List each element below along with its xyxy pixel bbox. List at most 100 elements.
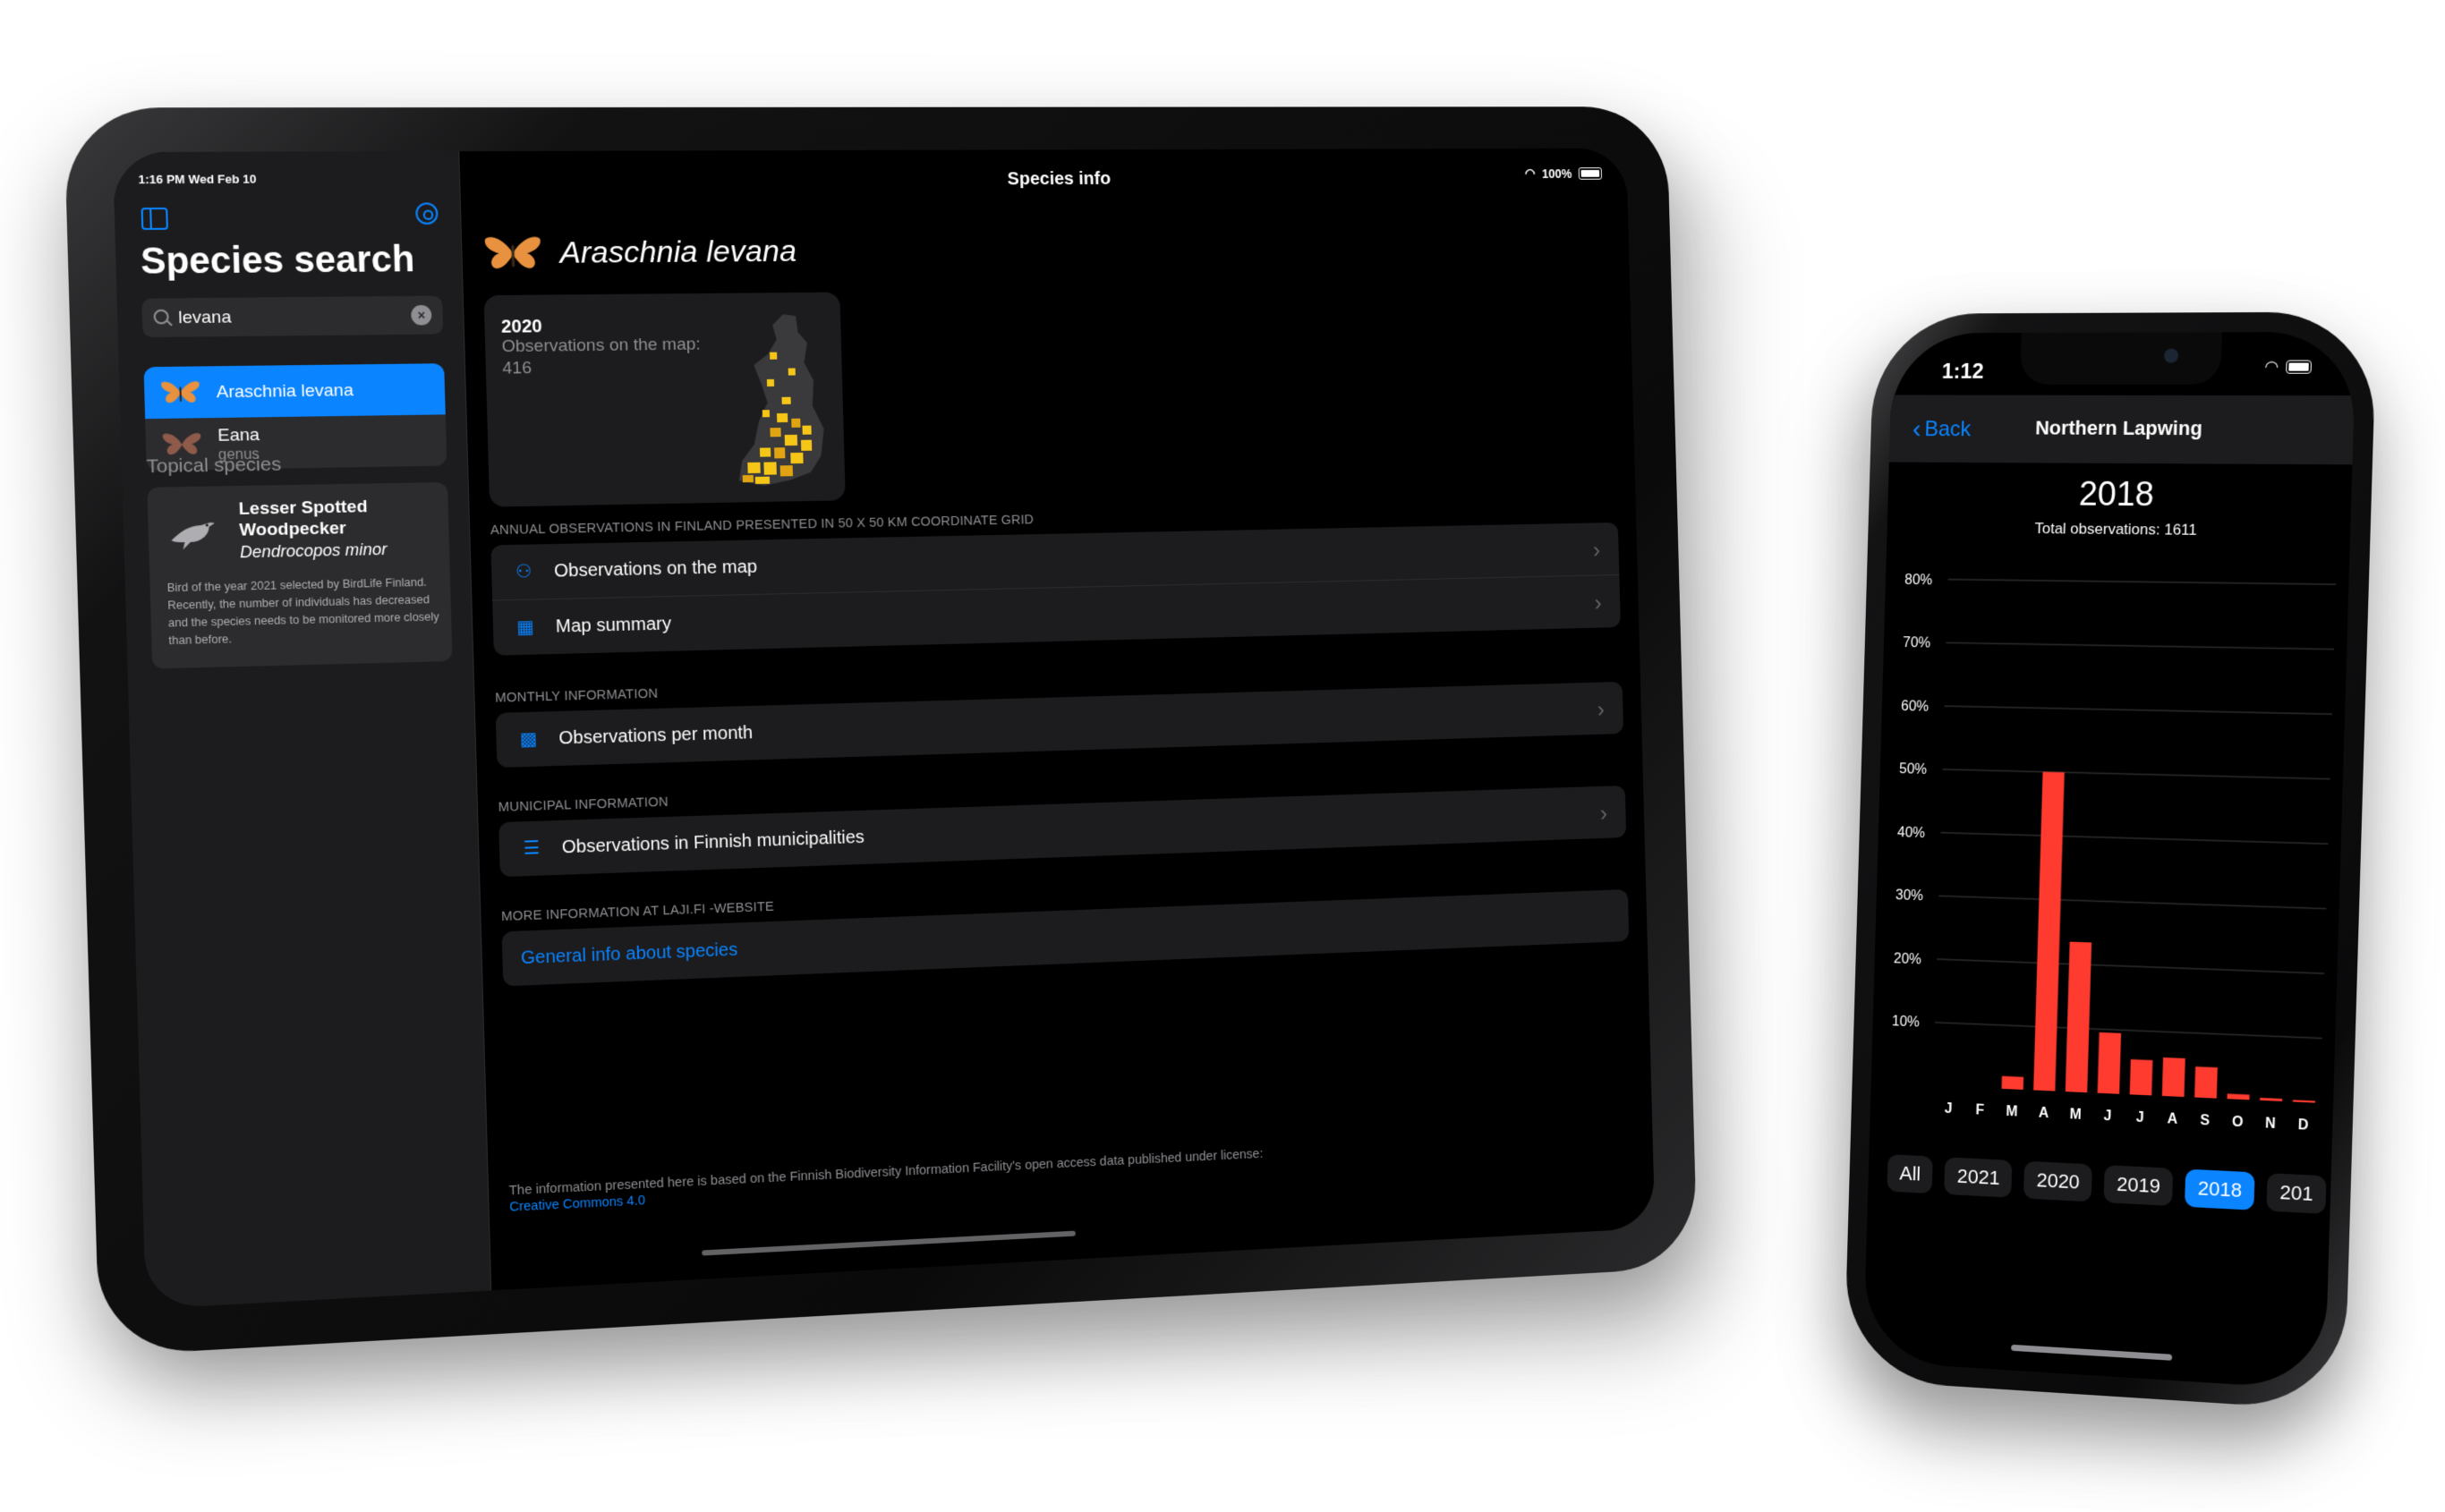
segment-2021[interactable]: 2021: [1944, 1157, 2013, 1198]
y-tick-label: 30%: [1896, 888, 1923, 905]
bird-common-name: Lesser Spotted Woodpecker: [238, 497, 368, 540]
x-tick-label: D: [2297, 1117, 2308, 1134]
clear-icon[interactable]: ×: [411, 304, 432, 326]
segment-201[interactable]: 201: [2266, 1173, 2327, 1214]
topical-species-header: Topical species: [146, 454, 282, 478]
list-icon: ☰: [523, 837, 541, 859]
butterfly-icon: [160, 381, 200, 403]
row-label: Observations in Finnish municipalities: [561, 827, 865, 858]
iphone-device: 1:12 ◠ ‹ Back Northern Lapwing 2018 Total…: [1844, 311, 2377, 1412]
x-tick-label: N: [2265, 1116, 2276, 1132]
segment-2019[interactable]: 2019: [2103, 1165, 2174, 1207]
bar-8: [2194, 1066, 2218, 1099]
status-right: ◠: [2264, 357, 2312, 376]
x-tick-label: A: [2039, 1106, 2049, 1122]
bar-2: [2001, 1075, 2024, 1090]
x-tick-label: J: [2103, 1109, 2111, 1125]
chevron-right-icon: ›: [1597, 695, 1606, 723]
row-label: Map summary: [555, 614, 672, 637]
search-icon: [153, 309, 169, 325]
nav-bar: ‹ Back Northern Lapwing: [1888, 395, 2355, 465]
map-card[interactable]: 2020 Observations on the map: 416: [483, 292, 846, 507]
bird-latin-name: Dendrocopos minor: [239, 539, 388, 562]
x-tick-label: M: [2069, 1107, 2082, 1123]
segment-2020[interactable]: 2020: [2023, 1160, 2093, 1202]
row-observations-per-month[interactable]: ▩ Observations per month ›: [496, 682, 1623, 768]
gridline-30: [1938, 896, 2326, 908]
footnote: The information presented here is based …: [509, 1140, 1394, 1216]
detail-pane: ◠ 100% Species info Araschnia levana 202…: [459, 148, 1656, 1291]
bar-5: [2097, 1032, 2122, 1094]
search-input[interactable]: levana ×: [141, 295, 444, 338]
battery-icon: [2286, 360, 2312, 374]
bar-4: [2065, 941, 2092, 1093]
species-name: Araschnia levana: [558, 234, 797, 270]
segment-2018[interactable]: 2018: [2185, 1168, 2255, 1210]
year-segment-control: All 2021 2020 2019 2018 201: [1868, 1153, 2331, 1221]
bird-description: Bird of the year 2021 selected by BirdLi…: [166, 575, 439, 648]
sidebar: 1:16 PM Wed Feb 10 Species search levana…: [112, 151, 492, 1310]
moth-icon: [162, 432, 201, 455]
x-tick-label: F: [1975, 1102, 1984, 1118]
chevron-right-icon: ›: [1599, 800, 1608, 827]
home-indicator[interactable]: [2011, 1344, 2173, 1361]
chevron-right-icon: ›: [1592, 536, 1601, 564]
topical-species-card[interactable]: Lesser Spotted Woodpecker Dendrocopos mi…: [147, 481, 453, 669]
y-tick-label: 80%: [1904, 573, 1932, 588]
chart-year: 2018: [2078, 475, 2155, 514]
gridline-40: [1940, 833, 2328, 845]
butterfly-icon: [484, 236, 541, 269]
total-observations: Total observations: 1611: [2034, 520, 2198, 539]
gridline-20: [1937, 959, 2324, 973]
gridline-80: [1948, 580, 2336, 585]
bar-10: [2260, 1097, 2283, 1101]
x-tick-label: J: [2135, 1110, 2143, 1126]
result-item-araschnia-levana[interactable]: Araschnia levana: [143, 363, 446, 420]
bar-7: [2161, 1057, 2185, 1098]
section-header-municipal: MUNICIPAL INFORMATION: [498, 794, 669, 815]
general-info-link: General info about species: [520, 939, 738, 969]
status-time: 1:16 PM Wed Feb 10: [138, 172, 257, 187]
settings-icon[interactable]: [415, 202, 439, 225]
status-time: 1:12: [1941, 359, 1984, 384]
section-header-annual: ANNUAL OBSERVATIONS IN FINLAND PRESENTED…: [490, 513, 1035, 539]
row-label: Observations per month: [558, 723, 754, 749]
y-tick-label: 20%: [1894, 951, 1921, 967]
ipad-screen: 1:16 PM Wed Feb 10 Species search levana…: [112, 148, 1656, 1310]
monthly-bar-chart: 10% 20% 30% 40% 50% 60% 70% 80% J F M A M J J A S O N D: [1892, 573, 2349, 1134]
y-tick-label: 70%: [1903, 636, 1930, 652]
wifi-icon: ◠: [2264, 357, 2279, 376]
nav-title: Species info: [1007, 168, 1112, 190]
section-header-more-info: MORE INFORMATION AT LAJI.FI -WEBSITE: [500, 899, 775, 925]
notch: [2020, 332, 2222, 385]
bar-6: [2129, 1058, 2153, 1096]
y-tick-label: 60%: [1901, 699, 1929, 715]
section-header-monthly: MONTHLY INFORMATION: [495, 686, 659, 706]
group-annual: ⚇ Observations on the map › ▦ Map summar…: [490, 522, 1621, 656]
row-label: Observations on the map: [553, 556, 758, 582]
x-tick-label: J: [1945, 1101, 1953, 1117]
gridline-60: [1945, 706, 2332, 714]
bar-3: [2033, 771, 2065, 1092]
chevron-right-icon: ›: [1594, 589, 1603, 616]
segment-All[interactable]: All: [1887, 1154, 1934, 1194]
ipad-device: 1:16 PM Wed Feb 10 Species search levana…: [64, 106, 1698, 1356]
x-tick-label: S: [2200, 1113, 2210, 1129]
bar-chart-icon: ▩: [519, 728, 538, 750]
sidebar-title: Species search: [140, 239, 415, 282]
nav-title: Northern Lapwing: [2034, 416, 2203, 440]
result-label: Eana: [217, 425, 260, 446]
search-value: levana: [177, 308, 232, 328]
map-label: Observations on the map:: [501, 335, 702, 357]
y-tick-label: 50%: [1899, 762, 1927, 778]
gridline-70: [1947, 642, 2334, 649]
x-tick-label: O: [2232, 1114, 2244, 1130]
grid-icon: ▦: [516, 616, 535, 638]
bar-11: [2292, 1100, 2315, 1103]
map-year: 2020: [500, 316, 543, 337]
gridline-50: [1942, 769, 2330, 779]
map-pin-icon: ⚇: [515, 561, 532, 582]
iphone-screen: 1:12 ◠ ‹ Back Northern Lapwing 2018 Total…: [1862, 331, 2356, 1390]
finland-map: [734, 313, 826, 487]
sidebar-toggle-icon[interactable]: [141, 207, 168, 230]
